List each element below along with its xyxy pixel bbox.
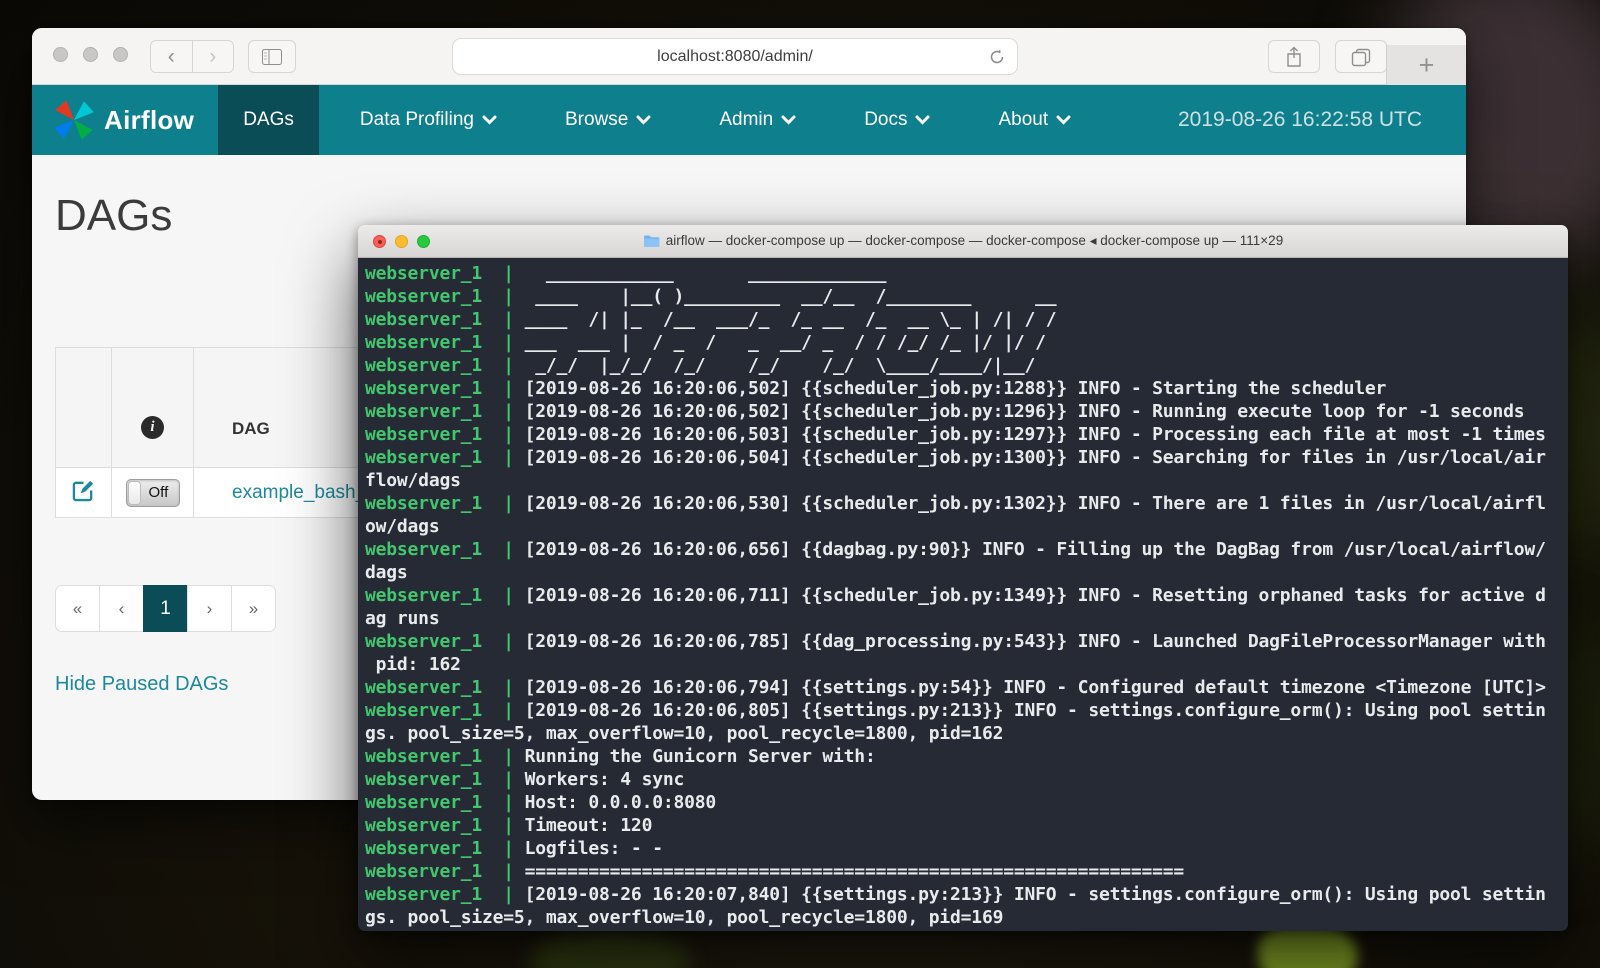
history-nav-group: ‹ › [150,40,234,73]
brand-name: Airflow [104,105,194,136]
chevron-down-icon [482,109,497,131]
pause-toggle-cell: Off [112,468,194,518]
terminal-log-line: webserver_1 | ____ |__( )_________ __/__… [365,285,1568,308]
nav-item-data-profiling[interactable]: Data Profiling [335,85,522,155]
hide-paused-dags-link[interactable]: Hide Paused DAGs [55,673,228,696]
nav-label: Browse [565,109,628,131]
nav-label: Docs [864,109,907,131]
flower-stem [530,930,690,968]
edit-cell [56,468,112,518]
airflow-navbar: Airflow DAGs Data Profiling Browse Admin… [32,85,1466,155]
nav-item-browse[interactable]: Browse [540,85,676,155]
terminal-window: airflow — docker-compose up — docker-com… [358,225,1568,931]
terminal-log-line: gs. pool_size=5, max_overflow=10, pool_r… [365,722,1568,745]
minimize-window-button[interactable] [395,235,408,248]
nav-item-dags[interactable]: DAGs [218,85,319,155]
terminal-log-line: webserver_1 | [2019-08-26 16:20:06,530] … [365,492,1568,515]
nav-item-about[interactable]: About [973,85,1096,155]
chevron-down-icon [636,109,651,131]
browser-toolbar: ‹ › localhost:8080/admin/ + [32,28,1466,85]
chevron-down-icon [915,109,930,131]
url-text: localhost:8080/admin/ [657,48,813,66]
terminal-log-line: webserver_1 | [2019-08-26 16:20:06,504] … [365,446,1568,469]
terminal-log-line: webserver_1 | [2019-08-26 16:20:06,502] … [365,377,1568,400]
terminal-output[interactable]: webserver_1 | ____________ _____________… [358,258,1568,931]
close-window-button[interactable] [373,235,386,248]
toggle-label: Off [149,484,169,501]
tabs-icon [1350,47,1372,67]
chevron-down-icon [1056,109,1071,131]
back-button[interactable]: ‹ [151,41,192,72]
terminal-log-line: webserver_1 | [2019-08-26 16:20:06,503] … [365,423,1568,446]
terminal-log-line: flow/dags [365,469,1568,492]
terminal-log-line: webserver_1 | [2019-08-26 16:20:06,656] … [365,538,1568,561]
terminal-title-text: airflow — docker-compose up — docker-com… [666,233,1283,249]
terminal-log-line: webserver_1 | Running the Gunicorn Serve… [365,745,1568,768]
pagination-page-1-button[interactable]: 1 [143,585,188,632]
info-icon[interactable]: i [141,416,164,439]
terminal-log-line: webserver_1 | ___ ___ | / _ / _ __/ _ / … [365,331,1568,354]
airflow-logo-icon [52,98,96,142]
terminal-log-line: webserver_1 | [2019-08-26 16:20:06,785] … [365,630,1568,653]
reload-icon [987,47,1007,67]
nav-item-docs[interactable]: Docs [839,85,955,155]
terminal-log-line: webserver_1 | Timeout: 120 [365,814,1568,837]
share-button[interactable] [1268,40,1320,73]
nav-label: Admin [719,109,773,131]
terminal-log-line: webserver_1 | [2019-08-26 16:20:07,840] … [365,883,1568,906]
terminal-log-line: webserver_1 | Logfiles: - - [365,837,1568,860]
share-icon [1285,46,1303,68]
pagination-last-button[interactable]: » [231,585,276,632]
nav-label: About [998,109,1048,131]
terminal-log-line: gs. pool_size=5, max_overflow=10, pool_r… [365,906,1568,929]
terminal-log-line: dags [365,561,1568,584]
window-controls [53,47,128,62]
airflow-brand[interactable]: Airflow [52,98,194,142]
terminal-log-line: pid: 162 [365,653,1568,676]
terminal-log-line: webserver_1 | ____________ _____________ [365,262,1568,285]
edit-column-header [56,348,112,468]
terminal-log-line: webserver_1 | ____ /| |_ /__ ___/_ /_ __… [365,308,1568,331]
nav-label: DAGs [243,109,294,131]
terminal-log-line: webserver_1 | _/_/ |_/_/ /_/ /_/ /_/ \__… [365,354,1568,377]
terminal-log-line: webserver_1 | Host: 0.0.0.0:8080 [365,791,1568,814]
terminal-log-line: webserver_1 | [2019-08-26 16:20:06,794] … [365,676,1568,699]
terminal-log-line: ag runs [365,607,1568,630]
utc-clock: 2019-08-26 16:22:58 UTC [1178,108,1422,132]
zoom-window-button[interactable] [417,235,430,248]
pagination-next-button[interactable]: › [187,585,232,632]
terminal-log-line: webserver_1 | Workers: 4 sync [365,768,1568,791]
edit-dag-icon[interactable] [72,479,95,502]
info-column-header: i [112,348,194,468]
terminal-log-line: webserver_1 | [2019-08-26 16:20:06,711] … [365,584,1568,607]
terminal-title: airflow — docker-compose up — docker-com… [643,233,1283,249]
new-tab-button[interactable]: + [1386,45,1466,85]
tabs-button[interactable] [1335,40,1387,73]
page-title: DAGs [55,191,172,241]
terminal-log-line: ow/dags [365,515,1568,538]
chevron-down-icon [781,109,796,131]
pagination: « ‹ 1 › » [55,585,276,632]
dag-pause-toggle[interactable]: Off [126,479,180,507]
terminal-titlebar[interactable]: airflow — docker-compose up — docker-com… [358,225,1568,258]
zoom-window-button[interactable] [113,47,128,62]
reload-button[interactable] [987,47,1007,72]
terminal-log-line: webserver_1 | [2019-08-26 16:20:06,502] … [365,400,1568,423]
terminal-log-line: webserver_1 | ==========================… [365,860,1568,883]
sidebar-toggle-button[interactable] [248,40,296,73]
plus-icon: + [1419,50,1435,81]
folder-icon [643,234,660,248]
nav-item-admin[interactable]: Admin [694,85,821,155]
minimize-window-button[interactable] [83,47,98,62]
toggle-knob [128,481,141,505]
address-bar[interactable]: localhost:8080/admin/ [452,38,1018,75]
pagination-first-button[interactable]: « [55,585,100,632]
close-window-button[interactable] [53,47,68,62]
terminal-log-line: webserver_1 | [2019-08-26 16:20:06,805] … [365,699,1568,722]
pagination-prev-button[interactable]: ‹ [99,585,144,632]
terminal-window-controls [373,235,430,248]
nav-label: Data Profiling [360,109,474,131]
forward-button[interactable]: › [192,41,234,72]
sidebar-icon [262,49,282,65]
